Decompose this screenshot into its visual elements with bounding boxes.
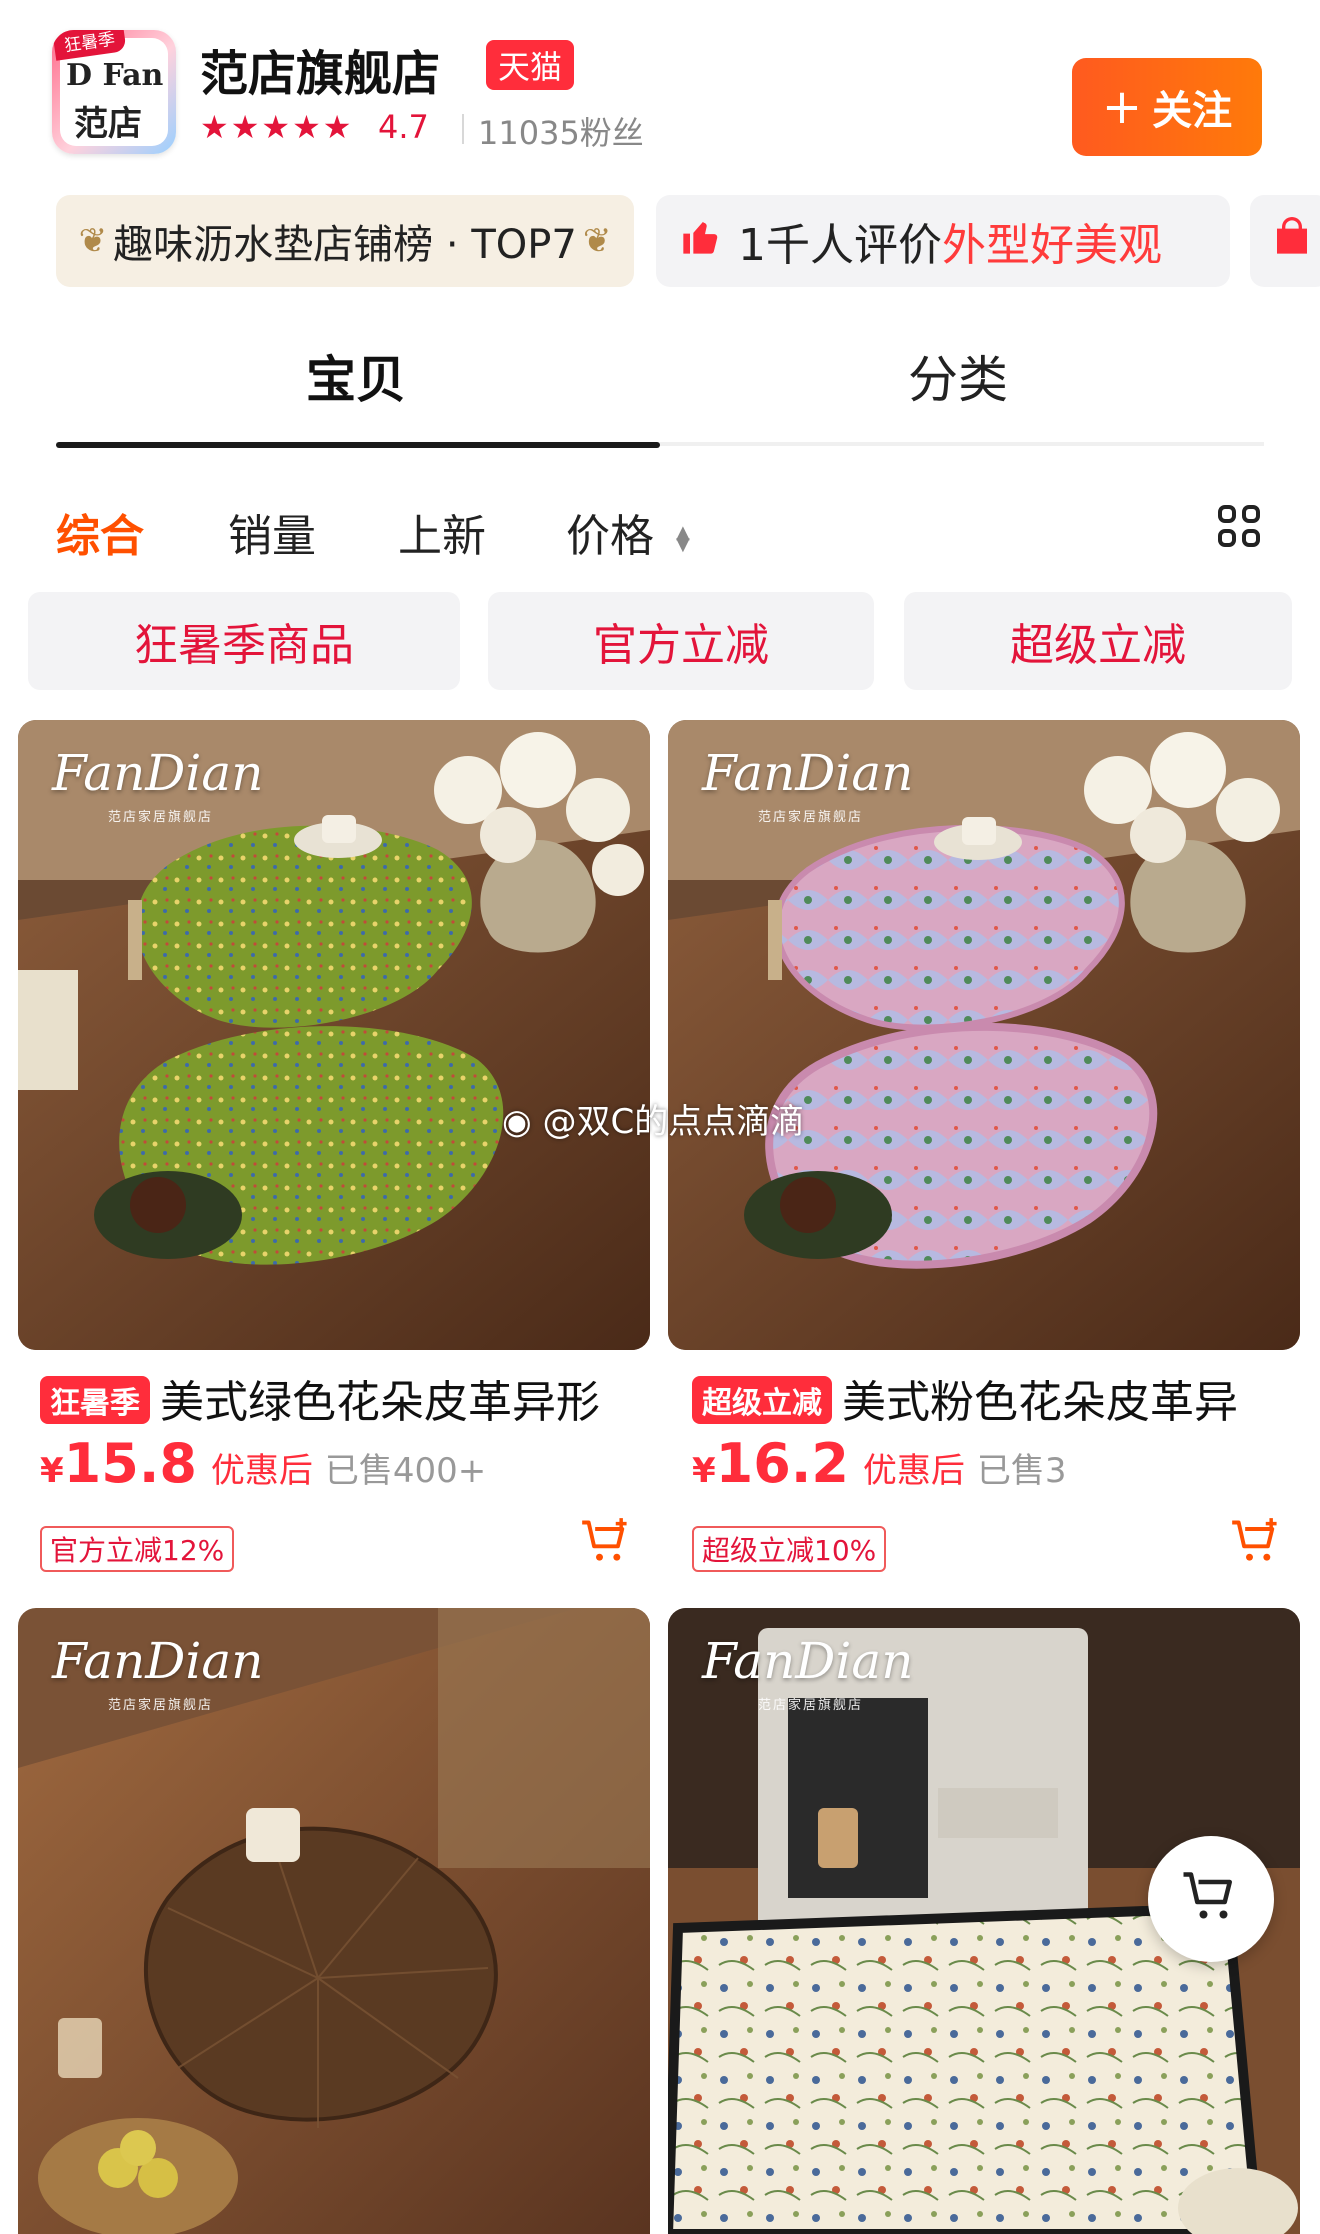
discount-badge: 官方立减12% [40, 1526, 235, 1572]
sold-count: 已售3 [976, 1451, 1067, 1491]
brand-subtitle: 范店家居旗舰店 [758, 810, 864, 825]
sort-overall[interactable]: 综合 [56, 500, 144, 564]
sort-arrows-icon: ▲ ▼ [676, 522, 690, 555]
tmall-badge: 天猫 [486, 40, 575, 90]
sold-count: 已售400+ [324, 1451, 487, 1491]
brand-watermark: FanDian [52, 744, 264, 802]
follow-button[interactable]: + 关注 [1072, 58, 1262, 156]
filter-official-discount[interactable]: 官方立减 [488, 592, 874, 690]
sort-price[interactable]: 价格 ▲ ▼ [566, 500, 690, 564]
currency-symbol: ¥ [692, 1451, 716, 1491]
brand-subtitle: 范店家居旗舰店 [108, 1698, 214, 1713]
product-image[interactable]: FanDian 范店家居旗舰店 [18, 1608, 650, 2234]
discount-badge: 超级立减10% [692, 1526, 887, 1572]
plus-icon: + [1101, 79, 1143, 135]
product-image[interactable]: FanDian 范店家居旗舰店 [668, 720, 1300, 1350]
currency-symbol: ¥ [40, 1451, 64, 1491]
add-to-cart-icon[interactable] [580, 1516, 632, 1568]
tab-categories[interactable]: 分类 [908, 340, 1008, 412]
weibo-watermark: ◉ @双C的点点滴滴 [502, 1094, 804, 1143]
grid-view-icon[interactable] [1218, 505, 1260, 547]
brand-watermark: FanDian [52, 1632, 264, 1690]
follow-label: 关注 [1152, 88, 1233, 134]
shop-rating: 4.7 [378, 108, 429, 146]
review-chip[interactable]: 1千人评价 外型好美观 [656, 195, 1230, 287]
sort-price-label: 价格 [566, 511, 654, 562]
tab-products[interactable]: 宝贝 [306, 340, 406, 412]
weibo-icon: ◉ [502, 1102, 532, 1142]
review-highlight: 外型好美观 [942, 220, 1162, 271]
laurel-right-icon: ❦ [582, 221, 612, 261]
brand-subtitle: 范店家居旗舰店 [758, 1698, 864, 1713]
shop-name: 范店旗舰店 [200, 46, 441, 102]
shopping-bag-chip[interactable] [1250, 195, 1320, 287]
watermark-text: @双C的点点滴滴 [542, 1102, 805, 1142]
price-note: 优惠后 [862, 1451, 965, 1491]
brand-watermark: FanDian [702, 1632, 914, 1690]
laurel-left-icon: ❦ [78, 221, 108, 261]
shop-logo[interactable]: 狂暑季 D Fan 范店 [52, 30, 176, 154]
product-image[interactable]: FanDian 范店家居旗舰店 [18, 720, 650, 1350]
price-note: 优惠后 [210, 1451, 313, 1491]
brand-subtitle: 范店家居旗舰店 [108, 810, 214, 825]
product-title[interactable]: 超级立减 美式粉色花朵皮革异 [692, 1366, 1300, 1430]
product-title-text: 美式粉色花朵皮革异 [842, 1377, 1238, 1428]
product-price: 16.2 [715, 1432, 849, 1495]
rating-stars-icon: ★★★★★ [200, 108, 354, 146]
product-tag: 狂暑季 [40, 1376, 150, 1424]
logo-text-cn: 范店 [74, 104, 142, 144]
divider [462, 114, 464, 144]
floating-cart-button[interactable] [1148, 1836, 1274, 1962]
filter-summer-products[interactable]: 狂暑季商品 [28, 592, 460, 690]
sort-new[interactable]: 上新 [398, 500, 486, 564]
product-price: 15.8 [63, 1432, 197, 1495]
add-to-cart-icon[interactable] [1230, 1516, 1282, 1568]
product-title-text: 美式绿色花朵皮革异形 [160, 1377, 600, 1428]
ranking-chip[interactable]: ❦ 趣味沥水垫店铺榜 · TOP7 ❦ [56, 195, 634, 287]
price-row: ¥15.8 优惠后 已售400+ [40, 1432, 486, 1495]
review-count: 1千人评价 [738, 220, 942, 271]
tab-indicator [56, 442, 660, 448]
logo-text-en: D Fan [66, 58, 164, 93]
sort-sales[interactable]: 销量 [228, 500, 316, 564]
brand-watermark: FanDian [702, 744, 914, 802]
fan-count: 11035粉丝 [478, 114, 644, 152]
thumbs-up-icon [680, 217, 720, 266]
product-tag: 超级立减 [692, 1376, 832, 1424]
shopping-bag-icon [1272, 216, 1312, 266]
cart-icon [1181, 1867, 1241, 1931]
ranking-text: 趣味沥水垫店铺榜 · TOP7 [113, 222, 577, 268]
product-title[interactable]: 狂暑季 美式绿色花朵皮革异形 [40, 1366, 650, 1430]
filter-super-discount[interactable]: 超级立减 [904, 592, 1292, 690]
price-row: ¥16.2 优惠后 已售3 [692, 1432, 1067, 1495]
